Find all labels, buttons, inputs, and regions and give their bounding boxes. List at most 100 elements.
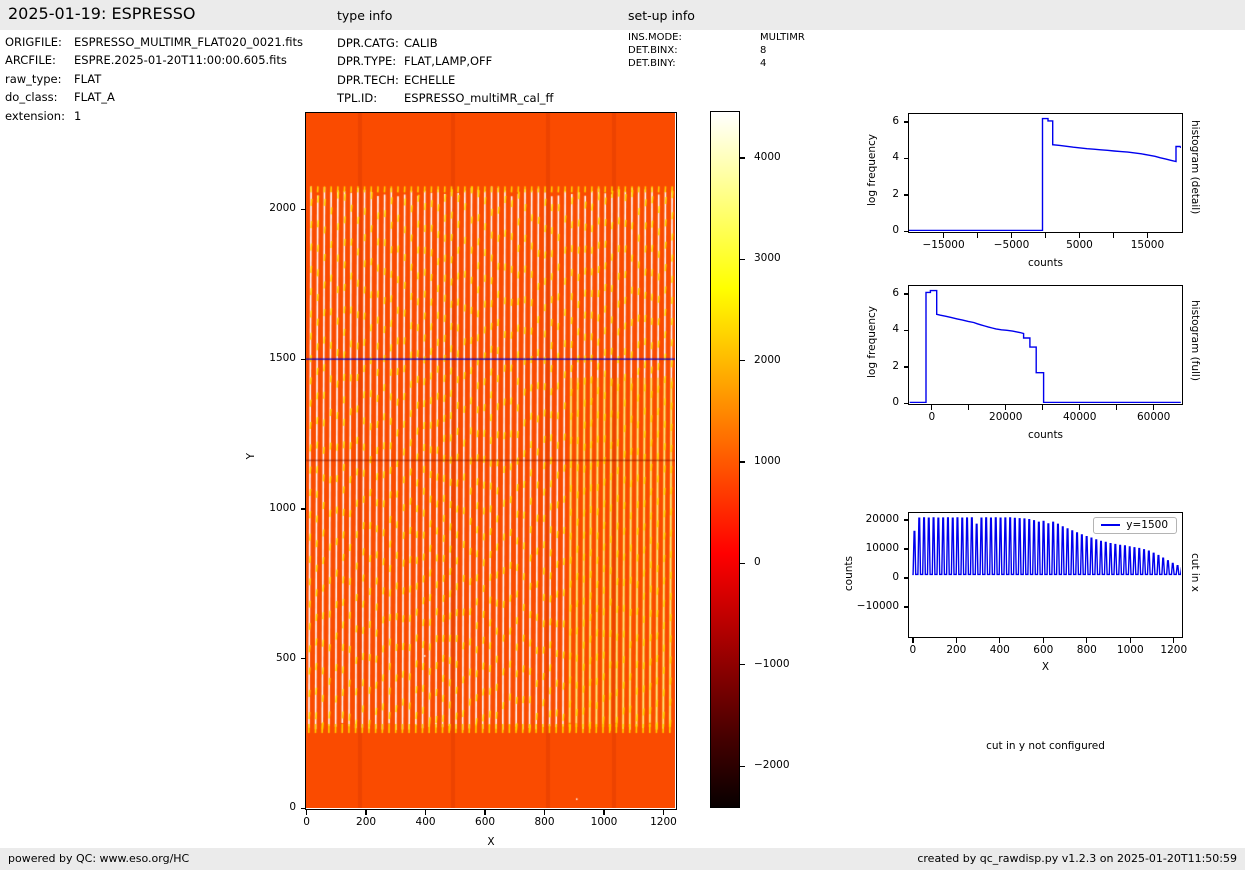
tick-mark: [300, 508, 305, 510]
legend-line-sample: [1101, 524, 1121, 526]
tick-mark: [740, 664, 745, 666]
info-label: extension:: [5, 108, 65, 123]
legend-label: y=1500: [1126, 519, 1168, 531]
main-xaxis-label: X: [487, 836, 495, 848]
type-info-block: DPR.CATG: CALIB DPR.TYPE: FLAT,LAMP,OFF DPR.…: [337, 34, 553, 108]
info-value: ESPRE.2025-01-20T11:00:00.605.fits: [74, 53, 287, 68]
tick-mark: [740, 360, 745, 362]
tick-label: 10000: [865, 541, 899, 554]
info-value: 4: [760, 58, 767, 69]
info-label: DPR.TECH:: [337, 72, 399, 87]
tick-mark: [976, 233, 979, 238]
hist-full-right-label: histogram (full): [1189, 300, 1201, 381]
tick-mark: [903, 519, 908, 521]
tick-mark: [365, 810, 367, 815]
tick-mark: [903, 548, 908, 550]
tick-mark: [912, 638, 914, 643]
info-value: ECHELLE: [404, 72, 456, 87]
tick-label: 0: [892, 570, 899, 583]
tick-label: 2: [892, 359, 899, 372]
tick-label: 6: [892, 114, 899, 127]
tick-mark: [300, 658, 305, 660]
tick-mark: [1042, 638, 1044, 643]
tick-label: 2000: [754, 353, 781, 366]
tick-mark: [903, 230, 908, 233]
tick-mark: [740, 157, 745, 159]
tick-label: 40000: [1063, 411, 1097, 423]
tick-mark: [999, 638, 1001, 643]
tick-mark: [1078, 233, 1081, 238]
tick-mark: [424, 810, 427, 815]
info-label: INS.MODE:: [628, 32, 682, 43]
info-value: FLAT: [74, 71, 102, 86]
tick-mark: [1086, 638, 1088, 643]
tick-label: 3000: [754, 252, 781, 265]
info-label: ORIGFILE:: [5, 35, 62, 49]
tick-label: −5000: [993, 239, 1030, 251]
tick-label: 4000: [754, 150, 781, 163]
tick-label: 1000: [269, 501, 296, 514]
section-label-type-info: type info: [337, 8, 393, 23]
tick-label: −15000: [922, 239, 965, 251]
tick-mark: [1005, 405, 1007, 410]
info-row: extension: 1: [5, 107, 303, 125]
tick-mark: [1042, 405, 1044, 410]
tick-label: 2000: [269, 202, 296, 215]
info-row: INS.MODE: MULTIMR: [628, 31, 805, 44]
tick-label: 1200: [650, 816, 677, 828]
tick-mark: [543, 810, 546, 815]
info-label: ARCFILE:: [5, 53, 56, 68]
legend: y=1500: [1093, 517, 1177, 534]
tick-mark: [1044, 233, 1047, 238]
info-row: DPR.TYPE: FLAT,LAMP,OFF: [337, 52, 553, 70]
info-row: DPR.TECH: ECHELLE: [337, 71, 553, 89]
info-row: TPL.ID: ESPRESSO_multiMR_cal_ff: [337, 89, 553, 107]
tick-mark: [740, 562, 745, 565]
tick-label: 0: [892, 396, 899, 409]
info-value: FLAT,LAMP,OFF: [404, 54, 493, 69]
tick-label: 60000: [1136, 411, 1171, 423]
histogram-full-plot: [908, 285, 1183, 405]
tick-mark: [484, 810, 486, 815]
tick-label: 6: [892, 286, 899, 299]
tick-label: 20000: [989, 411, 1023, 423]
tick-mark: [1129, 638, 1131, 643]
tick-label: 4: [892, 323, 899, 336]
info-value: 8: [760, 45, 767, 56]
info-row: DET.BINY: 4: [628, 57, 805, 70]
tick-mark: [300, 208, 305, 211]
tick-mark: [903, 577, 908, 579]
tick-label: 4: [892, 151, 899, 164]
tick-mark: [1116, 405, 1118, 410]
tick-mark: [740, 258, 745, 260]
tick-mark: [903, 194, 908, 196]
histogram-full-line: [909, 289, 1181, 403]
tick-label: 0: [754, 556, 761, 569]
info-row: ORIGFILE: ESPRESSO_MULTIMR_FLAT020_0021.f…: [5, 33, 303, 51]
info-row: ARCFILE: ESPRE.2025-01-20T11:00:00.605.fi…: [5, 51, 303, 69]
tick-label: 5000: [1066, 239, 1093, 251]
main-yaxis-label: Y: [245, 453, 257, 460]
tick-label: 1000: [754, 455, 781, 468]
info-value: ESPRESSO_MULTIMR_FLAT020_0021.fits: [74, 35, 304, 49]
tick-label: −10000: [856, 599, 899, 612]
tick-mark: [931, 405, 933, 410]
tick-mark: [968, 405, 970, 410]
info-row: do_class: FLAT_A: [5, 88, 303, 106]
tick-label: 20000: [865, 512, 899, 525]
tick-mark: [903, 366, 908, 368]
tick-mark: [942, 233, 945, 238]
info-label: DET.BINY:: [628, 58, 676, 69]
setup-info-block: INS.MODE: MULTIMR DET.BINX: 8 DET.BINY: 4: [628, 31, 805, 70]
raw-image-canvas: [306, 113, 675, 808]
tick-label: 0: [289, 801, 296, 814]
tick-mark: [1112, 233, 1115, 238]
cut-in-y-note: cut in y not configured: [986, 740, 1105, 752]
cut-in-x-plot: y=1500: [908, 512, 1183, 638]
footer-left-text: powered by QC: www.eso.org/HC: [8, 852, 190, 865]
raw-image-plot: [305, 112, 677, 810]
tick-mark: [903, 329, 908, 332]
info-row: DPR.CATG: CALIB: [337, 34, 553, 52]
cut-xaxis-label: X: [1041, 661, 1050, 673]
info-label: DPR.CATG:: [337, 36, 399, 50]
